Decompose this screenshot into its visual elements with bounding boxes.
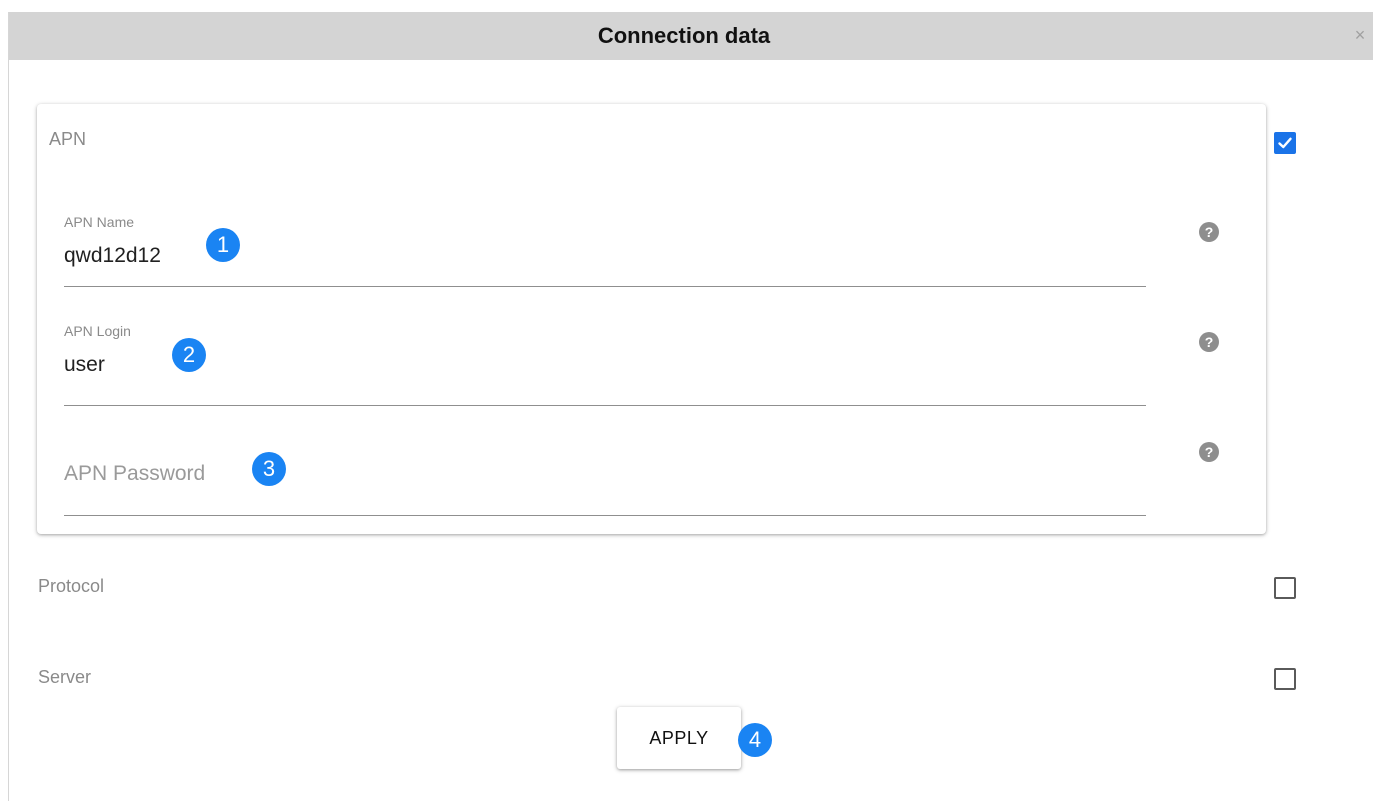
connection-data-dialog: Connection data × APN APN Name qwd12d12 … — [8, 12, 1373, 801]
checkmark-icon — [1278, 137, 1292, 149]
apn-section-label: APN — [49, 129, 87, 149]
apn-name-help-icon[interactable]: ? — [1199, 222, 1219, 242]
apn-card: APN APN Name qwd12d12 1 ? APN Login user… — [37, 104, 1266, 534]
apn-login-label: APN Login — [64, 323, 131, 339]
apn-password-field[interactable]: APN Password 3 — [64, 434, 1146, 524]
dialog-titlebar: Connection data × — [9, 12, 1373, 60]
annotation-badge-3: 3 — [252, 452, 286, 486]
protocol-label: Protocol — [38, 576, 105, 596]
apn-password-help-icon[interactable]: ? — [1199, 442, 1219, 462]
apn-login-help-icon[interactable]: ? — [1199, 332, 1219, 352]
apn-name-input[interactable]: qwd12d12 — [64, 244, 161, 268]
server-checkbox[interactable] — [1274, 668, 1296, 690]
apn-name-field[interactable]: APN Name qwd12d12 1 — [64, 214, 1146, 304]
protocol-checkbox[interactable] — [1274, 577, 1296, 599]
apn-password-input[interactable]: APN Password — [64, 462, 205, 486]
close-icon[interactable]: × — [1349, 24, 1371, 46]
apn-login-input[interactable]: user — [64, 353, 105, 377]
server-label: Server — [38, 667, 92, 687]
apn-login-underline — [64, 405, 1146, 406]
annotation-badge-2: 2 — [172, 338, 206, 372]
annotation-badge-1: 1 — [206, 228, 240, 262]
dialog-title: Connection data — [597, 23, 771, 48]
annotation-badge-4: 4 — [738, 723, 772, 757]
apply-button[interactable]: APPLY — [617, 707, 741, 769]
apn-login-field[interactable]: APN Login user 2 — [64, 323, 1146, 413]
apn-enabled-checkbox[interactable] — [1274, 132, 1296, 154]
apn-password-underline — [64, 515, 1146, 516]
apn-name-label: APN Name — [64, 214, 135, 230]
apn-name-underline — [64, 286, 1146, 287]
